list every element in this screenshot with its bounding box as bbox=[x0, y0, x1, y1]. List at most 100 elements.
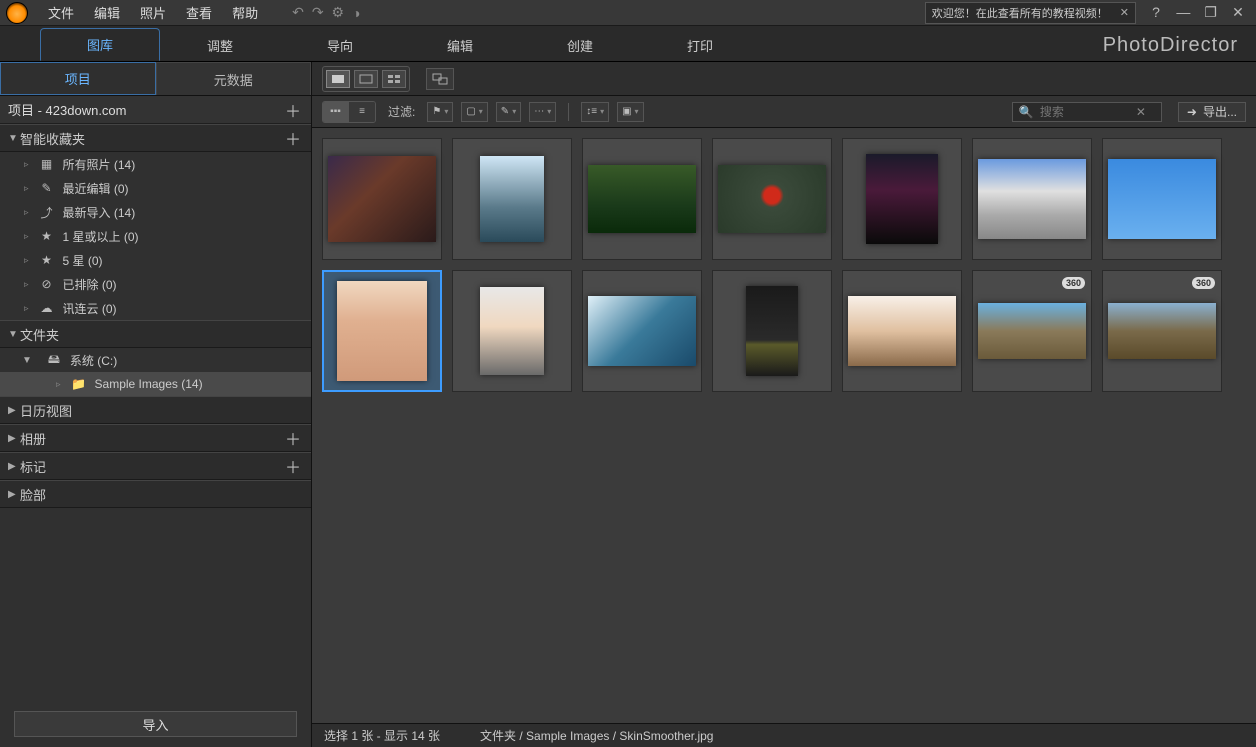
section-calendar[interactable]: ▶ 日历视图 bbox=[0, 396, 311, 424]
item-label: 所有照片 (14) bbox=[63, 156, 136, 173]
search-box[interactable]: 🔍 ✕ bbox=[1012, 102, 1162, 122]
thumbnail-image bbox=[480, 156, 544, 242]
add-tag-icon[interactable]: ＋ bbox=[281, 454, 305, 478]
sidebar-tab-project[interactable]: 项目 bbox=[0, 62, 156, 95]
thumbnail[interactable] bbox=[452, 138, 572, 260]
360-badge: 360 bbox=[1062, 277, 1085, 289]
menu-help[interactable]: 帮助 bbox=[222, 0, 268, 25]
module-adjust[interactable]: 调整 bbox=[160, 30, 280, 61]
export-label: 导出... bbox=[1203, 103, 1237, 120]
module-print[interactable]: 打印 bbox=[640, 30, 760, 61]
section-smart-collections[interactable]: ▼ 智能收藏夹 ＋ bbox=[0, 124, 311, 152]
thumbnail[interactable] bbox=[842, 270, 962, 392]
thumbnail[interactable] bbox=[582, 138, 702, 260]
undo-icon[interactable]: ↶ bbox=[292, 4, 304, 21]
filter-flag-dropdown[interactable]: ⚑▾ bbox=[427, 102, 453, 122]
smart-item[interactable]: ▹⊘已排除 (0) bbox=[0, 272, 311, 296]
close-icon[interactable]: ✕ bbox=[1120, 6, 1129, 19]
cloud-sync-icon[interactable]: ◑ bbox=[352, 5, 360, 21]
project-header: 项目 - 423down.com ＋ bbox=[0, 96, 311, 124]
module-guided[interactable]: 导向 bbox=[280, 30, 400, 61]
thumbnail[interactable]: 360 bbox=[1102, 270, 1222, 392]
chevron-right-icon: ▹ bbox=[56, 379, 61, 390]
menu-photo[interactable]: 照片 bbox=[130, 0, 176, 25]
thumbnail[interactable] bbox=[712, 138, 832, 260]
smart-item[interactable]: ▹★1 星或以上 (0) bbox=[0, 224, 311, 248]
thumbnail[interactable] bbox=[322, 138, 442, 260]
search-icon: 🔍 bbox=[1019, 105, 1034, 119]
add-album-icon[interactable]: ＋ bbox=[281, 426, 305, 450]
smart-item[interactable]: ▹☁讯连云 (0) bbox=[0, 296, 311, 320]
smart-item[interactable]: ▹▦所有照片 (14) bbox=[0, 152, 311, 176]
thumbnail-image bbox=[328, 156, 436, 242]
view-compare-icon[interactable] bbox=[354, 70, 378, 88]
section-albums[interactable]: ▶ 相册 ＋ bbox=[0, 424, 311, 452]
thumbnail[interactable] bbox=[842, 138, 962, 260]
module-create[interactable]: 创建 bbox=[520, 30, 640, 61]
maximize-icon[interactable]: ❐ bbox=[1202, 4, 1220, 21]
stack-dropdown[interactable]: ▣▾ bbox=[617, 102, 643, 122]
close-window-icon[interactable]: ✕ bbox=[1229, 4, 1247, 21]
filter-pen-dropdown[interactable]: ✎▾ bbox=[496, 102, 521, 122]
thumbnail[interactable] bbox=[582, 270, 702, 392]
window-controls: ? — ❐ ✕ bbox=[1144, 4, 1250, 21]
item-label: 最近编辑 (0) bbox=[63, 180, 129, 197]
smart-item[interactable]: ▹⤴最新导入 (14) bbox=[0, 200, 311, 224]
thumbnail-image bbox=[978, 159, 1086, 239]
section-tags[interactable]: ▶ 标记 ＋ bbox=[0, 452, 311, 480]
add-project-icon[interactable]: ＋ bbox=[281, 98, 305, 122]
module-edit[interactable]: 编辑 bbox=[400, 30, 520, 61]
import-button[interactable]: 导入 bbox=[14, 711, 297, 737]
view-grid-icon[interactable] bbox=[382, 70, 406, 88]
fullscreen-toggle-icon[interactable] bbox=[426, 68, 454, 90]
sidebar-tab-metadata[interactable]: 元数据 bbox=[156, 62, 312, 95]
minimize-icon[interactable]: — bbox=[1174, 4, 1192, 20]
menu-edit[interactable]: 编辑 bbox=[84, 0, 130, 25]
folder-system-drive[interactable]: ▼ 🖴 系统 (C:) bbox=[0, 348, 311, 372]
thumb-size-small-icon[interactable]: ▪▪▪ bbox=[323, 102, 349, 122]
chevron-down-icon: ▼ bbox=[8, 133, 20, 144]
add-smart-icon[interactable]: ＋ bbox=[281, 126, 305, 150]
thumbnail-image bbox=[1108, 159, 1216, 239]
item-label: 讯连云 (0) bbox=[63, 300, 117, 317]
collection-icon: ⊘ bbox=[39, 277, 55, 291]
chevron-right-icon: ▹ bbox=[24, 207, 29, 218]
redo-icon[interactable]: ↷ bbox=[312, 4, 324, 21]
view-single-icon[interactable] bbox=[326, 70, 350, 88]
smart-item[interactable]: ▹✎最近编辑 (0) bbox=[0, 176, 311, 200]
thumbnail[interactable] bbox=[712, 270, 832, 392]
thumbnail[interactable] bbox=[322, 270, 442, 392]
thumbnail[interactable] bbox=[972, 138, 1092, 260]
menu-file[interactable]: 文件 bbox=[38, 0, 84, 25]
help-icon[interactable]: ? bbox=[1147, 4, 1165, 20]
thumbnail[interactable]: 360 bbox=[972, 270, 1092, 392]
thumbnail-image bbox=[746, 286, 798, 376]
filter-more-dropdown[interactable]: ⋯▾ bbox=[529, 102, 556, 122]
filter-label: 过滤: bbox=[388, 103, 415, 120]
filter-label-dropdown[interactable]: ▢▾ bbox=[461, 102, 487, 122]
item-label: 最新导入 (14) bbox=[63, 204, 136, 221]
search-input[interactable] bbox=[1040, 105, 1130, 119]
module-library[interactable]: 图库 bbox=[40, 28, 160, 61]
thumbnail-image bbox=[978, 303, 1086, 359]
clear-search-icon[interactable]: ✕ bbox=[1136, 105, 1146, 119]
thumbnail[interactable] bbox=[452, 270, 572, 392]
sort-order-dropdown[interactable]: ↕≡▾ bbox=[581, 102, 609, 122]
export-button[interactable]: ➜ 导出... bbox=[1178, 102, 1246, 122]
section-label: 文件夹 bbox=[20, 325, 59, 344]
tutorial-banner[interactable]: 欢迎您！在此查看所有的教程视频！ ✕ bbox=[925, 2, 1136, 24]
filter-toolbar: ▪▪▪ ≡ 过滤: ⚑▾ ▢▾ ✎▾ ⋯▾ ↕≡▾ ▣▾ 🔍 ✕ ➜ 导出... bbox=[312, 96, 1256, 128]
folder-sample-images[interactable]: ▹ 📁 Sample Images (14) bbox=[0, 372, 311, 396]
menu-view[interactable]: 查看 bbox=[176, 0, 222, 25]
settings-icon[interactable]: ⚙ bbox=[332, 4, 345, 21]
section-faces[interactable]: ▶ 脸部 bbox=[0, 480, 311, 508]
thumbnail[interactable] bbox=[1102, 138, 1222, 260]
chevron-right-icon: ▹ bbox=[24, 279, 29, 290]
module-row: 图库 调整 导向 编辑 创建 打印 PhotoDirector bbox=[0, 26, 1256, 62]
section-label: 日历视图 bbox=[20, 401, 72, 420]
view-toolbar bbox=[312, 62, 1256, 96]
smart-item[interactable]: ▹★5 星 (0) bbox=[0, 248, 311, 272]
thumb-size-list-icon[interactable]: ≡ bbox=[349, 102, 375, 122]
section-folders[interactable]: ▼ 文件夹 bbox=[0, 320, 311, 348]
thumbnail-image bbox=[866, 154, 938, 244]
